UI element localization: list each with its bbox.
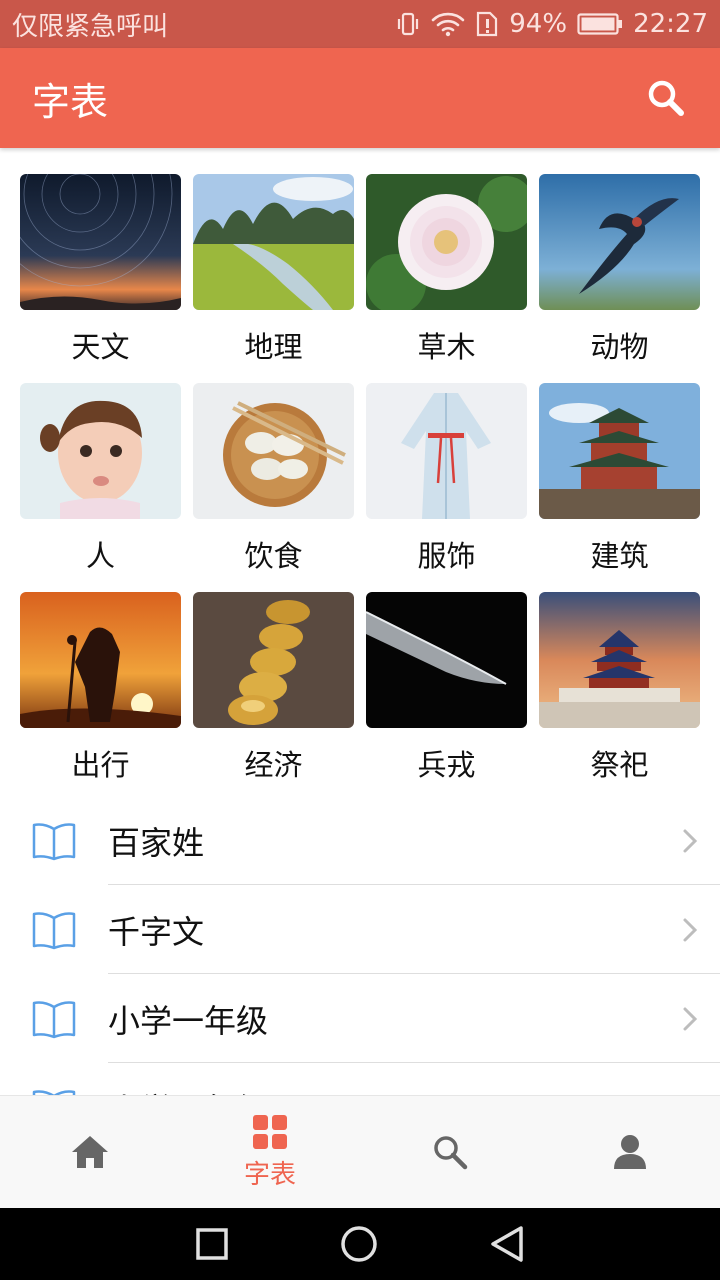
list-item-label: 小学一年级: [108, 1001, 269, 1040]
category-grid: 天文 地理 草木 动物 人 饮食 服饰 建筑 出行 经济 兵戎 祭祀: [20, 174, 700, 801]
traveler-sunset-photo: [20, 592, 181, 728]
system-nav-bar: [0, 1208, 720, 1280]
category-tile-geography[interactable]: 地理: [193, 174, 354, 383]
category-tile-travel[interactable]: 出行: [20, 592, 181, 801]
nav-search[interactable]: [360, 1096, 540, 1208]
list-item[interactable]: 小学一年级: [0, 974, 720, 1063]
child-portrait-photo: [20, 383, 181, 519]
chevron-right-icon: [660, 917, 720, 943]
sim-alert-icon: [477, 11, 498, 37]
category-tile-astronomy[interactable]: 天文: [20, 174, 181, 383]
carrier-text: 仅限紧急呼叫: [12, 11, 169, 42]
list-item[interactable]: 百家姓: [0, 796, 720, 885]
dumplings-bowl-photo: [193, 383, 354, 519]
category-tile-economy[interactable]: 经济: [193, 592, 354, 801]
category-label: 天文: [71, 330, 130, 364]
sword-blade-photo: [366, 592, 527, 728]
battery-icon: [577, 13, 623, 35]
temple-of-heaven-photo: [539, 592, 700, 728]
recent-apps-icon[interactable]: [195, 1227, 229, 1261]
category-tile-plants[interactable]: 草木: [366, 174, 527, 383]
category-label: 人: [85, 539, 115, 573]
karst-river-landscape-photo: [193, 174, 354, 310]
nav-home[interactable]: [0, 1096, 180, 1208]
hanfu-robe-photo: [366, 383, 527, 519]
star-trails-photo: [20, 174, 181, 310]
page-title: 字表: [32, 79, 109, 124]
nav-label-active: 字表: [243, 1159, 296, 1190]
search-icon: [434, 1136, 468, 1170]
category-label: 兵戎: [417, 748, 476, 782]
category-label: 经济: [244, 748, 303, 782]
nav-profile[interactable]: [540, 1096, 720, 1208]
status-bar: 仅限紧急呼叫 94% 22:27: [0, 0, 720, 48]
back-icon[interactable]: [489, 1225, 525, 1263]
category-tile-food[interactable]: 饮食: [193, 383, 354, 592]
category-label: 建筑: [590, 539, 649, 573]
grid-icon: [253, 1114, 287, 1149]
book-icon: [0, 821, 108, 861]
category-tile-military[interactable]: 兵戎: [366, 592, 527, 801]
category-tile-sacrifice[interactable]: 祭祀: [539, 592, 700, 801]
vibrate-icon: [398, 12, 419, 36]
list-item[interactable]: 千字文: [0, 885, 720, 974]
bottom-nav: 字表: [0, 1095, 720, 1208]
user-icon: [614, 1135, 646, 1169]
chinese-tower-photo: [539, 383, 700, 519]
category-label: 祭祀: [590, 748, 649, 782]
dahlia-flower-photo: [366, 174, 527, 310]
category-tile-clothing[interactable]: 服饰: [366, 383, 527, 592]
list-item-label: 千字文: [108, 912, 205, 951]
category-tile-architecture[interactable]: 建筑: [539, 383, 700, 592]
app-bar: 字表: [0, 48, 720, 148]
wifi-icon: [431, 12, 465, 37]
home-icon: [72, 1136, 108, 1168]
category-label: 出行: [71, 748, 130, 782]
status-icons: 94% 22:27: [395, 9, 708, 39]
category-label: 草木: [417, 330, 476, 364]
category-tile-people[interactable]: 人: [20, 383, 181, 592]
clock: 22:27: [633, 9, 708, 39]
battery-percent: 94%: [509, 9, 568, 39]
nav-word-table[interactable]: 字表: [180, 1096, 360, 1208]
category-tile-animals[interactable]: 动物: [539, 174, 700, 383]
category-label: 动物: [590, 330, 649, 364]
category-label: 服饰: [417, 539, 476, 573]
home-button-icon[interactable]: [340, 1225, 378, 1263]
book-icon: [0, 999, 108, 1039]
chevron-right-icon: [660, 1006, 720, 1032]
category-label: 地理: [244, 330, 303, 364]
search-icon[interactable]: [644, 76, 688, 120]
list-item-label: 百家姓: [108, 823, 205, 862]
swallow-bird-photo: [539, 174, 700, 310]
book-icon: [0, 910, 108, 950]
gold-coins-photo: [193, 592, 354, 728]
category-label: 饮食: [244, 539, 303, 573]
chevron-right-icon: [660, 828, 720, 854]
